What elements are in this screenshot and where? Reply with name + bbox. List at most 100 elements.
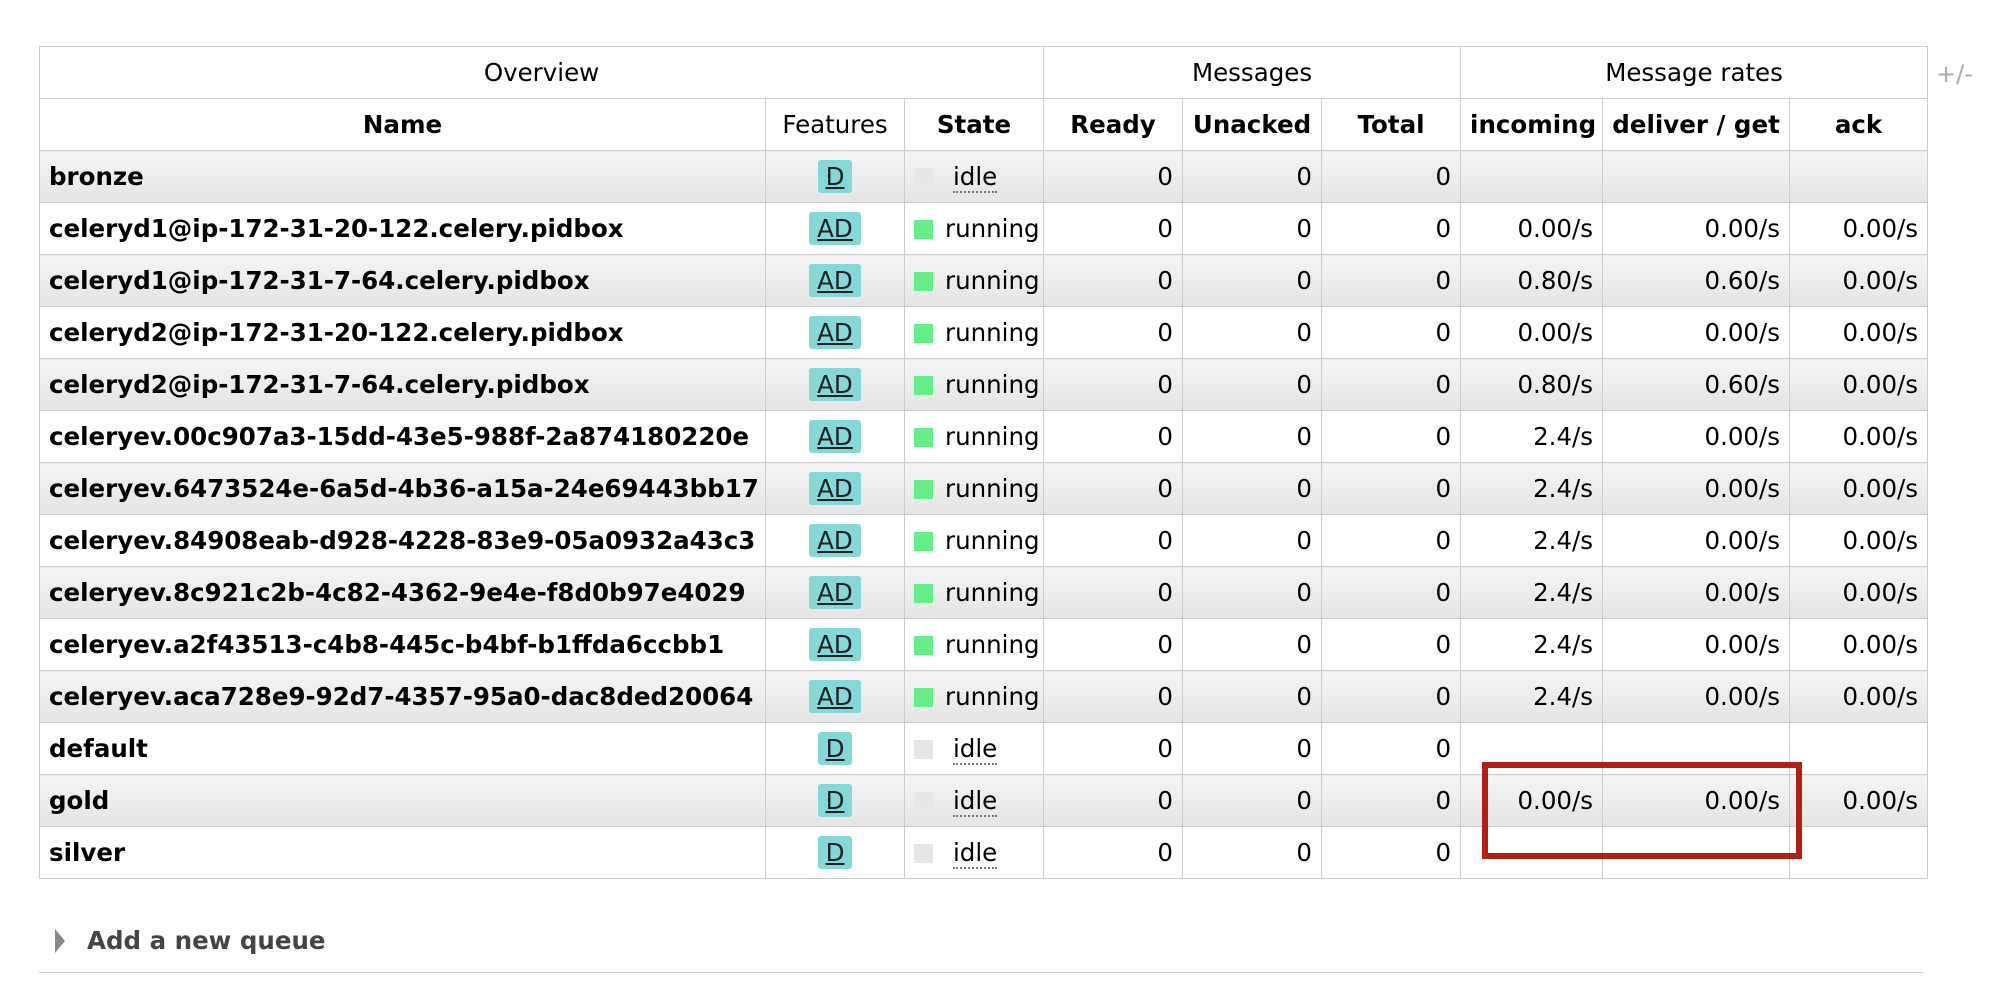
state-label: running [945, 318, 1040, 347]
total-count: 0 [1321, 254, 1462, 307]
feature-badge[interactable]: D [817, 836, 853, 869]
feature-badge[interactable]: AD [809, 680, 861, 713]
features-cell: AD [765, 306, 905, 359]
total-count: 0 [1321, 670, 1462, 723]
total-count: 0 [1321, 618, 1462, 671]
queue-name-link[interactable]: celeryev.6473524e-6a5d-4b36-a15a-24e6944… [39, 462, 766, 515]
unacked-count: 0 [1182, 618, 1323, 671]
feature-badge[interactable]: AD [809, 576, 861, 609]
queue-row: celeryd1@ip-172-31-7-64.celery.pidbox AD r… [39, 254, 1929, 307]
state-cell: running [903, 514, 1045, 567]
deliver-get-rate: 0.00/s [1602, 410, 1791, 463]
features-cell: AD [765, 514, 905, 567]
unacked-count: 0 [1182, 254, 1323, 307]
queue-name-link[interactable]: celeryd1@ip-172-31-20-122.celery.pidbox [39, 202, 766, 255]
queues-panel: Overview Messages Message rates Name Fea… [38, 46, 1929, 879]
state-label[interactable]: idle [953, 162, 998, 193]
state-label: running [945, 474, 1040, 503]
column-header-name[interactable]: Name [39, 98, 766, 151]
features-cell: AD [765, 618, 905, 671]
column-header-deliver-get[interactable]: deliver / get [1602, 98, 1791, 151]
column-header-unacked[interactable]: Unacked [1182, 98, 1323, 151]
ack-rate: 0.00/s [1789, 202, 1929, 255]
deliver-get-rate [1602, 826, 1791, 879]
incoming-rate [1460, 722, 1604, 775]
column-header-incoming[interactable]: incoming [1460, 98, 1604, 151]
add-queue-label: Add a new queue [87, 926, 326, 955]
feature-badge[interactable]: D [817, 160, 853, 193]
incoming-rate [1460, 826, 1604, 879]
feature-badge[interactable]: AD [809, 472, 861, 505]
unacked-count: 0 [1182, 462, 1323, 515]
total-count: 0 [1321, 826, 1462, 879]
incoming-rate: 0.80/s [1460, 254, 1604, 307]
state-label[interactable]: idle [953, 734, 998, 765]
column-header-ready[interactable]: Ready [1043, 98, 1184, 151]
state-cell: idle [903, 826, 1045, 879]
total-count: 0 [1321, 566, 1462, 619]
queue-name-link[interactable]: celeryev.8c921c2b-4c82-4362-9e4e-f8d0b97… [39, 566, 766, 619]
deliver-get-rate: 0.00/s [1602, 462, 1791, 515]
feature-badge[interactable]: D [817, 784, 853, 817]
deliver-get-rate [1602, 722, 1791, 775]
state-cell: idle [903, 150, 1045, 203]
queue-row: bronze Didle 0 0 0 [39, 150, 1929, 203]
queue-name-link[interactable]: gold [39, 774, 766, 827]
unacked-count: 0 [1182, 150, 1323, 203]
incoming-rate: 2.4/s [1460, 566, 1604, 619]
queue-name-link[interactable]: celeryd2@ip-172-31-20-122.celery.pidbox [39, 306, 766, 359]
state-indicator-icon [914, 636, 933, 655]
column-header-ack[interactable]: ack [1789, 98, 1929, 151]
features-cell: D [765, 826, 905, 879]
divider [39, 972, 1924, 973]
add-queue-toggle[interactable]: Add a new queue [55, 926, 326, 955]
unacked-count: 0 [1182, 722, 1323, 775]
incoming-rate: 2.4/s [1460, 410, 1604, 463]
ack-rate: 0.00/s [1789, 358, 1929, 411]
feature-badge[interactable]: D [817, 732, 853, 765]
unacked-count: 0 [1182, 566, 1323, 619]
queue-name-link[interactable]: celeryev.84908eab-d928-4228-83e9-05a0932… [39, 514, 766, 567]
feature-badge[interactable]: AD [809, 628, 861, 661]
feature-badge[interactable]: AD [809, 212, 861, 245]
state-indicator-icon [914, 688, 933, 707]
feature-badge[interactable]: AD [809, 420, 861, 453]
column-header-total[interactable]: Total [1321, 98, 1462, 151]
state-cell: running [903, 358, 1045, 411]
feature-badge[interactable]: AD [809, 264, 861, 297]
state-label: running [945, 526, 1040, 555]
state-label: running [945, 266, 1040, 295]
column-header-state[interactable]: State [903, 98, 1045, 151]
ready-count: 0 [1043, 254, 1184, 307]
features-cell: AD [765, 462, 905, 515]
total-count: 0 [1321, 358, 1462, 411]
state-cell: running [903, 410, 1045, 463]
features-cell: AD [765, 202, 905, 255]
unacked-count: 0 [1182, 774, 1323, 827]
queue-name-link[interactable]: celeryev.a2f43513-c4b8-445c-b4bf-b1ffda6… [39, 618, 766, 671]
queue-name-link[interactable]: silver [39, 826, 766, 879]
state-label[interactable]: idle [953, 838, 998, 869]
queue-name-link[interactable]: celeryd1@ip-172-31-7-64.celery.pidbox [39, 254, 766, 307]
queue-row: celeryev.6473524e-6a5d-4b36-a15a-24e6944… [39, 462, 1929, 515]
feature-badge[interactable]: AD [809, 368, 861, 401]
ready-count: 0 [1043, 670, 1184, 723]
group-header-message-rates: Message rates [1460, 46, 1929, 99]
deliver-get-rate: 0.00/s [1602, 774, 1791, 827]
state-indicator-icon [914, 480, 933, 499]
ready-count: 0 [1043, 514, 1184, 567]
state-label: running [945, 682, 1040, 711]
queue-name-link[interactable]: bronze [39, 150, 766, 203]
ready-count: 0 [1043, 618, 1184, 671]
feature-badge[interactable]: AD [809, 316, 861, 349]
queue-name-link[interactable]: celeryd2@ip-172-31-7-64.celery.pidbox [39, 358, 766, 411]
feature-badge[interactable]: AD [809, 524, 861, 557]
state-label[interactable]: idle [953, 786, 998, 817]
features-cell: D [765, 722, 905, 775]
unacked-count: 0 [1182, 410, 1323, 463]
queue-name-link[interactable]: celeryev.00c907a3-15dd-43e5-988f-2a87418… [39, 410, 766, 463]
queue-name-link[interactable]: celeryev.aca728e9-92d7-4357-95a0-dac8ded… [39, 670, 766, 723]
toggle-columns-button[interactable]: +/- [1936, 60, 1973, 88]
state-indicator-icon [914, 220, 933, 239]
queue-name-link[interactable]: default [39, 722, 766, 775]
